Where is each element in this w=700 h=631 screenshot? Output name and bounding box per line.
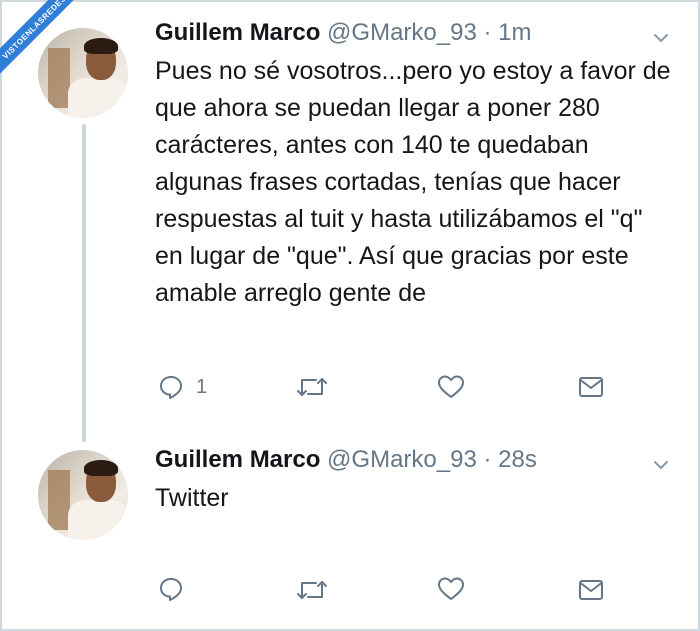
- retweet-button[interactable]: [296, 375, 328, 399]
- reply-icon: [160, 376, 182, 399]
- reply-button[interactable]: 1: [158, 374, 207, 400]
- tweet-header: Guillem Marco @GMarko_93 · 1m: [155, 19, 532, 47]
- separator-dot: ·: [483, 446, 492, 473]
- chevron-down-icon[interactable]: [652, 29, 670, 47]
- message-icon: [579, 377, 603, 397]
- reply-button[interactable]: [158, 576, 196, 602]
- retweet-button[interactable]: [296, 578, 328, 602]
- handle[interactable]: @GMarko_93: [327, 19, 477, 46]
- tweet-text: Pues no sé vosotros...pero yo estoy a fa…: [155, 57, 671, 307]
- retweet-icon: [297, 581, 327, 599]
- avatar[interactable]: [38, 28, 128, 118]
- retweet-icon: [297, 378, 327, 396]
- like-icon: [438, 577, 464, 600]
- like-button[interactable]: [437, 374, 465, 400]
- thread-connector-line: [82, 124, 86, 442]
- message-button[interactable]: [578, 579, 604, 601]
- timestamp[interactable]: 28s: [498, 446, 537, 473]
- tweet-header: Guillem Marco @GMarko_93 · 28s: [155, 446, 537, 474]
- display-name[interactable]: Guillem Marco: [155, 446, 320, 473]
- timestamp[interactable]: 1m: [498, 19, 531, 46]
- message-button[interactable]: [578, 376, 604, 398]
- avatar[interactable]: [38, 450, 128, 540]
- like-icon: [438, 375, 464, 398]
- display-name[interactable]: Guillem Marco: [155, 19, 320, 46]
- tweet-text: Twitter: [155, 484, 229, 512]
- reply-count: 1: [196, 375, 208, 398]
- handle[interactable]: @GMarko_93: [327, 446, 477, 473]
- chevron-down-icon[interactable]: [652, 456, 670, 474]
- message-icon: [579, 580, 603, 600]
- separator-dot: ·: [483, 19, 492, 46]
- like-button[interactable]: [437, 576, 465, 602]
- reply-icon: [160, 578, 182, 601]
